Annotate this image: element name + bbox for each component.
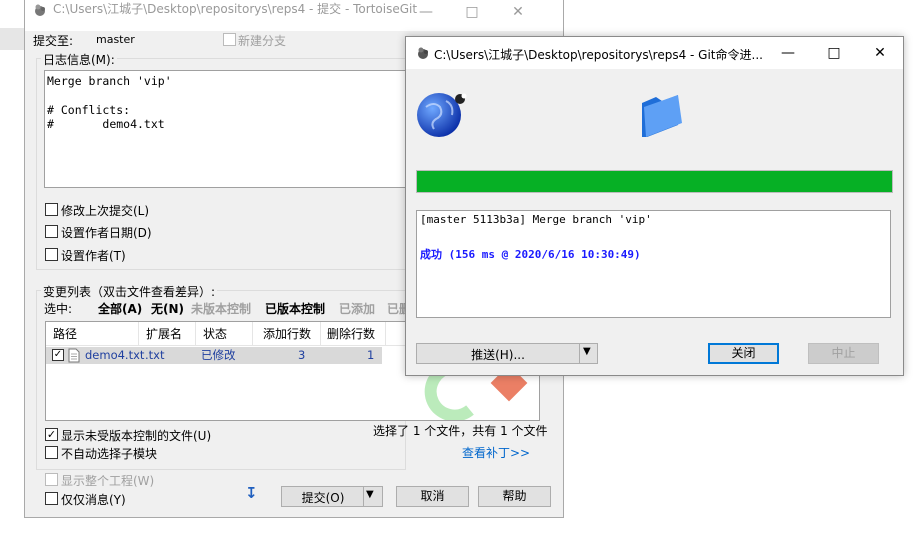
progress-bar-fill [417,171,892,192]
column-header-path[interactable]: 路径 [46,322,139,346]
row-added: 3 [298,348,306,362]
new-branch-checkbox[interactable] [223,33,236,46]
changes-label: 变更列表（双击文件查看差异）: [41,283,218,300]
minimize-icon[interactable]: — [403,0,449,27]
dropdown-arrow-icon[interactable]: ▼ [583,346,591,357]
amend-label: 修改上次提交(L) [61,204,150,218]
background-window-edge [0,28,24,50]
show-unversioned-label: 显示未受版本控制的文件(U) [61,429,212,443]
minimize-icon[interactable]: — [765,38,811,68]
branch-name: master [96,33,135,46]
filter-none[interactable]: 无(N) [151,300,184,317]
amend-checkbox[interactable] [45,203,58,216]
column-header-status[interactable]: 状态 [196,322,253,346]
dropdown-arrow-icon[interactable]: ▼ [366,489,374,500]
tortoisegit-app-icon [33,3,47,17]
commit-window-title: C:\Users\江城子\Desktop\repositorys\reps4 -… [53,2,418,16]
maximize-icon[interactable]: □ [449,0,495,27]
progress-dialog: C:\Users\江城子\Desktop\repositorys\reps4 -… [405,36,904,376]
column-header-deleted[interactable]: 删除行数 [321,322,386,346]
set-author-checkbox[interactable] [45,248,58,261]
filter-added[interactable]: 已添加 [339,300,375,317]
row-deleted: 1 [367,348,375,362]
show-whole-project-label: 显示整个工程(W) [61,474,155,488]
show-unversioned-checkbox[interactable]: ✓ [45,428,58,441]
down-arrow-icon[interactable]: ↧ [245,484,258,502]
column-header-extension[interactable]: 扩展名 [139,322,196,346]
cancel-button[interactable]: 取消 [396,486,469,507]
new-branch-label: 新建分支 [238,34,287,48]
abort-button: 中止 [808,343,879,364]
push-button[interactable]: 推送(H)... ▼ [416,343,598,364]
progress-bar [416,170,893,193]
help-button[interactable]: 帮助 [478,486,551,507]
filter-unversioned[interactable]: 未版本控制 [191,300,251,317]
progress-window-title: C:\Users\江城子\Desktop\repositorys\reps4 -… [434,48,763,62]
table-row[interactable]: ✓ demo4.txt .txt 已修改 3 1 [46,347,382,364]
push-button-label: 推送(H)... [471,348,525,362]
set-author-date-checkbox[interactable] [45,225,58,238]
output-line-success: 成功 (156 ms @ 2020/6/16 10:30:49) [420,248,641,261]
git-output-log[interactable]: [master 5113b3a] Merge branch 'vip' 成功 (… [416,210,891,318]
message-only-label: 仅仅消息(Y) [61,493,126,507]
close-icon[interactable]: ✕ [495,0,541,27]
row-status: 已修改 [201,348,236,362]
no-autoselect-checkbox[interactable] [45,446,58,459]
commit-button-label: 提交(O) [301,491,345,505]
commit-titlebar[interactable]: C:\Users\江城子\Desktop\repositorys\reps4 -… [25,0,563,31]
text-file-icon [68,348,80,366]
maximize-icon[interactable]: □ [811,38,857,68]
filter-all[interactable]: 全部(A) [98,300,142,317]
close-button[interactable]: 关闭 [708,343,779,364]
log-message-label: 日志信息(M): [41,51,117,68]
commit-button[interactable]: 提交(O) ▼ [281,486,383,507]
commit-to-label: 提交至: [33,34,74,48]
close-icon[interactable]: ✕ [857,38,903,68]
column-header-added[interactable]: 添加行数 [253,322,321,346]
output-line-commit: [master 5113b3a] Merge branch 'vip' [420,213,652,226]
folder-icon [636,89,686,140]
row-extension: .txt [145,348,165,362]
show-whole-project-checkbox[interactable] [45,473,58,486]
row-checkbox[interactable]: ✓ [52,349,64,361]
log-message-editor[interactable]: Merge branch 'vip' # Conflicts: # demo4.… [44,70,406,188]
row-path: demo4.txt [85,348,145,362]
set-author-date-label: 设置作者日期(D) [61,226,152,240]
filter-versioned[interactable]: 已版本控制 [265,300,325,317]
progress-titlebar[interactable]: C:\Users\江城子\Desktop\repositorys\reps4 -… [406,37,903,69]
tortoisegit-app-icon [416,46,430,60]
no-autoselect-label: 不自动选择子模块 [61,447,158,461]
set-author-label: 设置作者(T) [61,249,126,263]
globe-icon [416,87,470,142]
selection-status: 选择了 1 个文件，共有 1 个文件 [373,424,548,438]
message-only-checkbox[interactable] [45,492,58,505]
view-patch-link[interactable]: 查看补丁>> [462,444,530,461]
select-label: 选中: [44,302,73,316]
